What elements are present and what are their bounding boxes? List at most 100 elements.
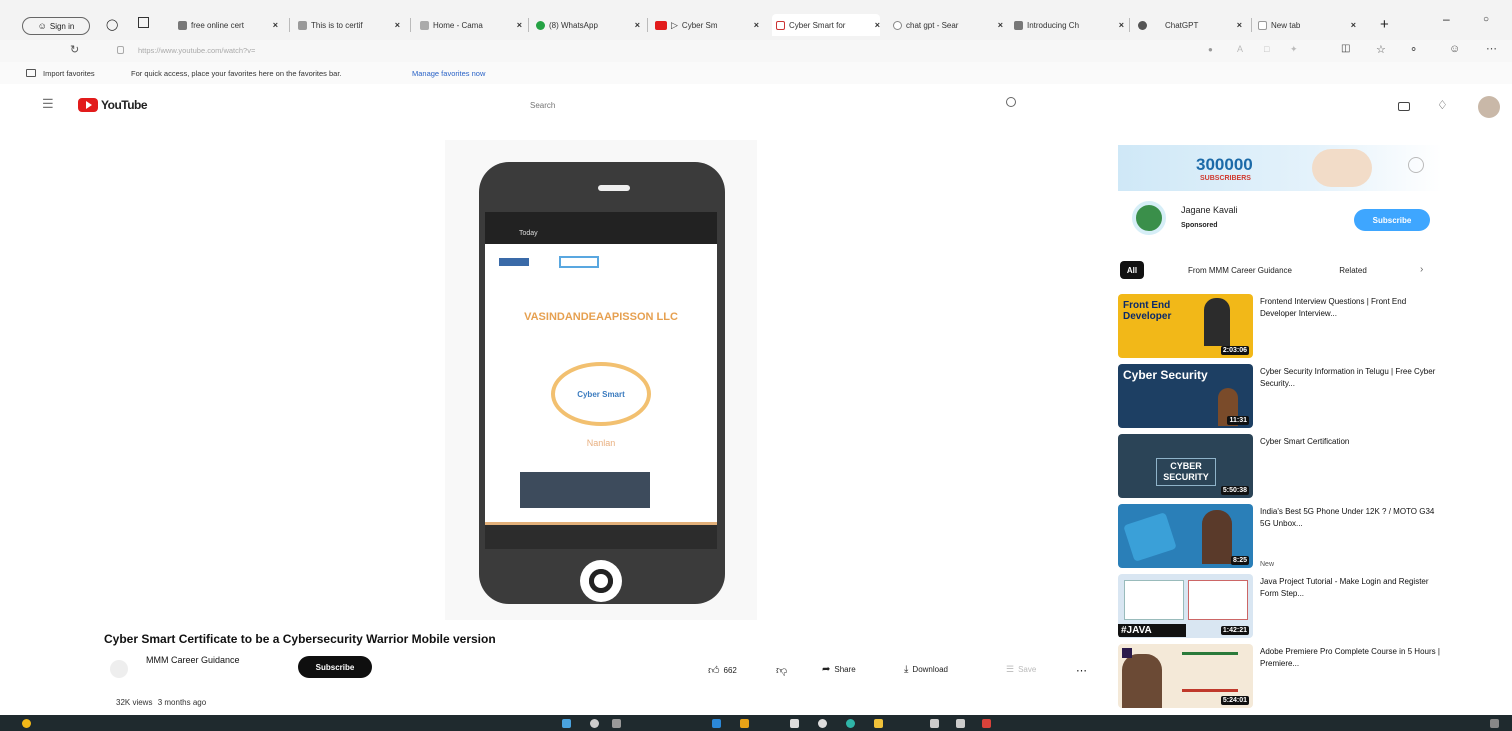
- tab-10[interactable]: New tab ×: [1258, 14, 1356, 36]
- workspaces-icon[interactable]: ◯: [106, 18, 118, 31]
- app-icon[interactable]: [956, 719, 965, 728]
- subscribe-button[interactable]: Subscribe: [298, 656, 372, 678]
- download-button[interactable]: ⤓ Download: [904, 664, 948, 675]
- recommendation-item[interactable]: 5:24:01 Adobe Premiere Pro Complete Cour…: [1118, 644, 1448, 710]
- ad-channel-name[interactable]: Jagane Kavali: [1181, 205, 1238, 215]
- app-icon[interactable]: [982, 719, 991, 728]
- minimize-icon[interactable]: –: [1443, 12, 1450, 26]
- recommendation-title: Cyber Security Information in Telugu | F…: [1260, 367, 1436, 388]
- youtube-header: ☰ YouTube ♢: [0, 88, 1512, 124]
- tab-actions-icon[interactable]: [138, 17, 149, 28]
- recommendation-item[interactable]: #JAVA 1:42:21 Java Project Tutorial - Ma…: [1118, 574, 1448, 640]
- tab-7[interactable]: chat gpt - Sear ×: [893, 14, 1003, 36]
- sign-in-label: Sign in: [49, 21, 75, 31]
- app-icon[interactable]: [818, 719, 827, 728]
- tab-label: This is to certif: [311, 20, 363, 30]
- weather-icon[interactable]: [22, 719, 31, 728]
- close-icon[interactable]: ×: [1119, 20, 1124, 30]
- read-aloud-icon[interactable]: A: [1237, 44, 1243, 54]
- tab-8[interactable]: Introducing Ch ×: [1014, 14, 1124, 36]
- create-video-icon[interactable]: [1398, 102, 1410, 111]
- notifications-bell-icon[interactable]: ♢: [1437, 98, 1448, 112]
- extension-puzzle-icon[interactable]: ✦: [1290, 44, 1298, 55]
- video-thumbnail[interactable]: Cyber Security 11:31: [1118, 364, 1253, 428]
- close-icon[interactable]: ×: [395, 20, 400, 30]
- video-thumbnail[interactable]: Front End Developer 2:03:06: [1118, 294, 1253, 358]
- search-icon[interactable]: [1006, 97, 1016, 107]
- chip-related[interactable]: Related: [1330, 261, 1376, 279]
- video-thumbnail[interactable]: 5:24:01: [1118, 644, 1253, 708]
- tab-4[interactable]: (8) WhatsApp ×: [536, 14, 640, 36]
- app-icon[interactable]: [930, 719, 939, 728]
- video-thumbnail[interactable]: 8:25: [1118, 504, 1253, 568]
- hamburger-menu-icon[interactable]: ☰: [42, 96, 54, 112]
- sign-in-button[interactable]: ☺ Sign in: [22, 17, 90, 35]
- task-view-icon[interactable]: [612, 719, 621, 728]
- import-favorites-link[interactable]: Import favorites: [43, 69, 95, 78]
- tab-favicon: [420, 20, 429, 30]
- collections-icon[interactable]: ⚬: [1409, 43, 1418, 56]
- close-icon[interactable]: ×: [517, 20, 522, 30]
- close-icon[interactable]: ×: [635, 20, 640, 30]
- ad-channel-logo[interactable]: [1132, 201, 1166, 235]
- system-tray-icon[interactable]: [1490, 719, 1499, 728]
- recommendation-item[interactable]: CYBER SECURITY 5:50:38 Cyber Smart Certi…: [1118, 434, 1448, 500]
- speaker-icon[interactable]: ▷: [671, 20, 678, 31]
- recommendation-item[interactable]: Front End Developer 2:03:06 Frontend Int…: [1118, 294, 1448, 360]
- tab-9[interactable]: ChatGPT ×: [1138, 14, 1242, 36]
- close-icon[interactable]: ×: [875, 20, 880, 30]
- video-thumbnail[interactable]: #JAVA 1:42:21: [1118, 574, 1253, 638]
- ad-subscribe-button[interactable]: Subscribe: [1354, 209, 1430, 231]
- search-icon: [893, 20, 902, 30]
- more-actions-button[interactable]: ⋯: [1076, 664, 1087, 677]
- ad-banner[interactable]: 300000 SUBSCRIBERS: [1118, 145, 1442, 191]
- video-title: Cyber Smart Certificate to be a Cybersec…: [104, 632, 496, 646]
- share-button[interactable]: ➦ Share: [822, 664, 856, 675]
- tab-3[interactable]: Home - Cama ×: [420, 14, 522, 36]
- tab-5[interactable]: ▷ Cyber Sm ×: [655, 14, 759, 36]
- video-player[interactable]: Today VASINDANDEAAPISSON LLC Cyber Smart…: [445, 140, 757, 620]
- tab-1[interactable]: free online cert ×: [178, 14, 278, 36]
- browser-tab-bar: ☺ Sign in ◯ free online cert × This is t…: [0, 0, 1512, 40]
- more-menu-icon[interactable]: ⋯: [1486, 42, 1497, 55]
- close-icon[interactable]: ×: [754, 20, 759, 30]
- chip-all[interactable]: All: [1120, 261, 1144, 279]
- search-icon[interactable]: [590, 719, 599, 728]
- search-input[interactable]: [530, 95, 1000, 115]
- maximize-icon[interactable]: ○: [1483, 14, 1489, 25]
- youtube-logo[interactable]: YouTube: [78, 98, 148, 112]
- extension-icon[interactable]: ●: [1208, 45, 1213, 54]
- close-icon[interactable]: ×: [998, 20, 1003, 30]
- app-icon[interactable]: □: [1264, 44, 1269, 54]
- video-thumbnail[interactable]: CYBER SECURITY 5:50:38: [1118, 434, 1253, 498]
- app-icon[interactable]: [740, 719, 749, 728]
- app-icon[interactable]: [712, 719, 721, 728]
- start-icon[interactable]: [562, 719, 571, 728]
- dislike-button[interactable]: 👎︎: [776, 664, 787, 677]
- save-button[interactable]: ☰ Save: [1006, 664, 1036, 675]
- split-screen-icon[interactable]: ◫: [1341, 43, 1350, 54]
- like-button[interactable]: 👍︎ 662: [708, 664, 737, 677]
- app-icon[interactable]: [790, 719, 799, 728]
- close-icon[interactable]: ×: [273, 20, 278, 30]
- close-icon[interactable]: ×: [1237, 20, 1242, 30]
- ad-banner-number: 300000: [1196, 155, 1253, 174]
- channel-name[interactable]: MMM Career Guidance: [146, 655, 240, 665]
- recommendation-item[interactable]: Cyber Security 11:31 Cyber Security Info…: [1118, 364, 1448, 430]
- favorites-star-icon[interactable]: ☆: [1376, 43, 1386, 56]
- chevron-right-icon[interactable]: ›: [1420, 264, 1423, 275]
- tab-2[interactable]: This is to certif ×: [298, 14, 400, 36]
- app-icon[interactable]: [874, 719, 883, 728]
- manage-favorites-link[interactable]: Manage favorites now: [412, 69, 485, 78]
- edge-icon[interactable]: [846, 719, 855, 728]
- url-text[interactable]: https://www.youtube.com/watch?v=: [138, 46, 255, 55]
- avatar[interactable]: [1478, 96, 1500, 118]
- chip-from-channel[interactable]: From MMM Career Guidance: [1160, 261, 1320, 279]
- channel-avatar[interactable]: [110, 660, 128, 678]
- close-icon[interactable]: ×: [1351, 20, 1356, 30]
- new-tab-button[interactable]: +: [1380, 16, 1389, 33]
- profile-icon[interactable]: ☺: [1449, 43, 1460, 55]
- tab-6[interactable]: Cyber Smart for ×: [772, 14, 880, 36]
- refresh-icon[interactable]: ↻: [70, 43, 79, 56]
- recommendation-item[interactable]: 8:25 India's Best 5G Phone Under 12K ? /…: [1118, 504, 1448, 570]
